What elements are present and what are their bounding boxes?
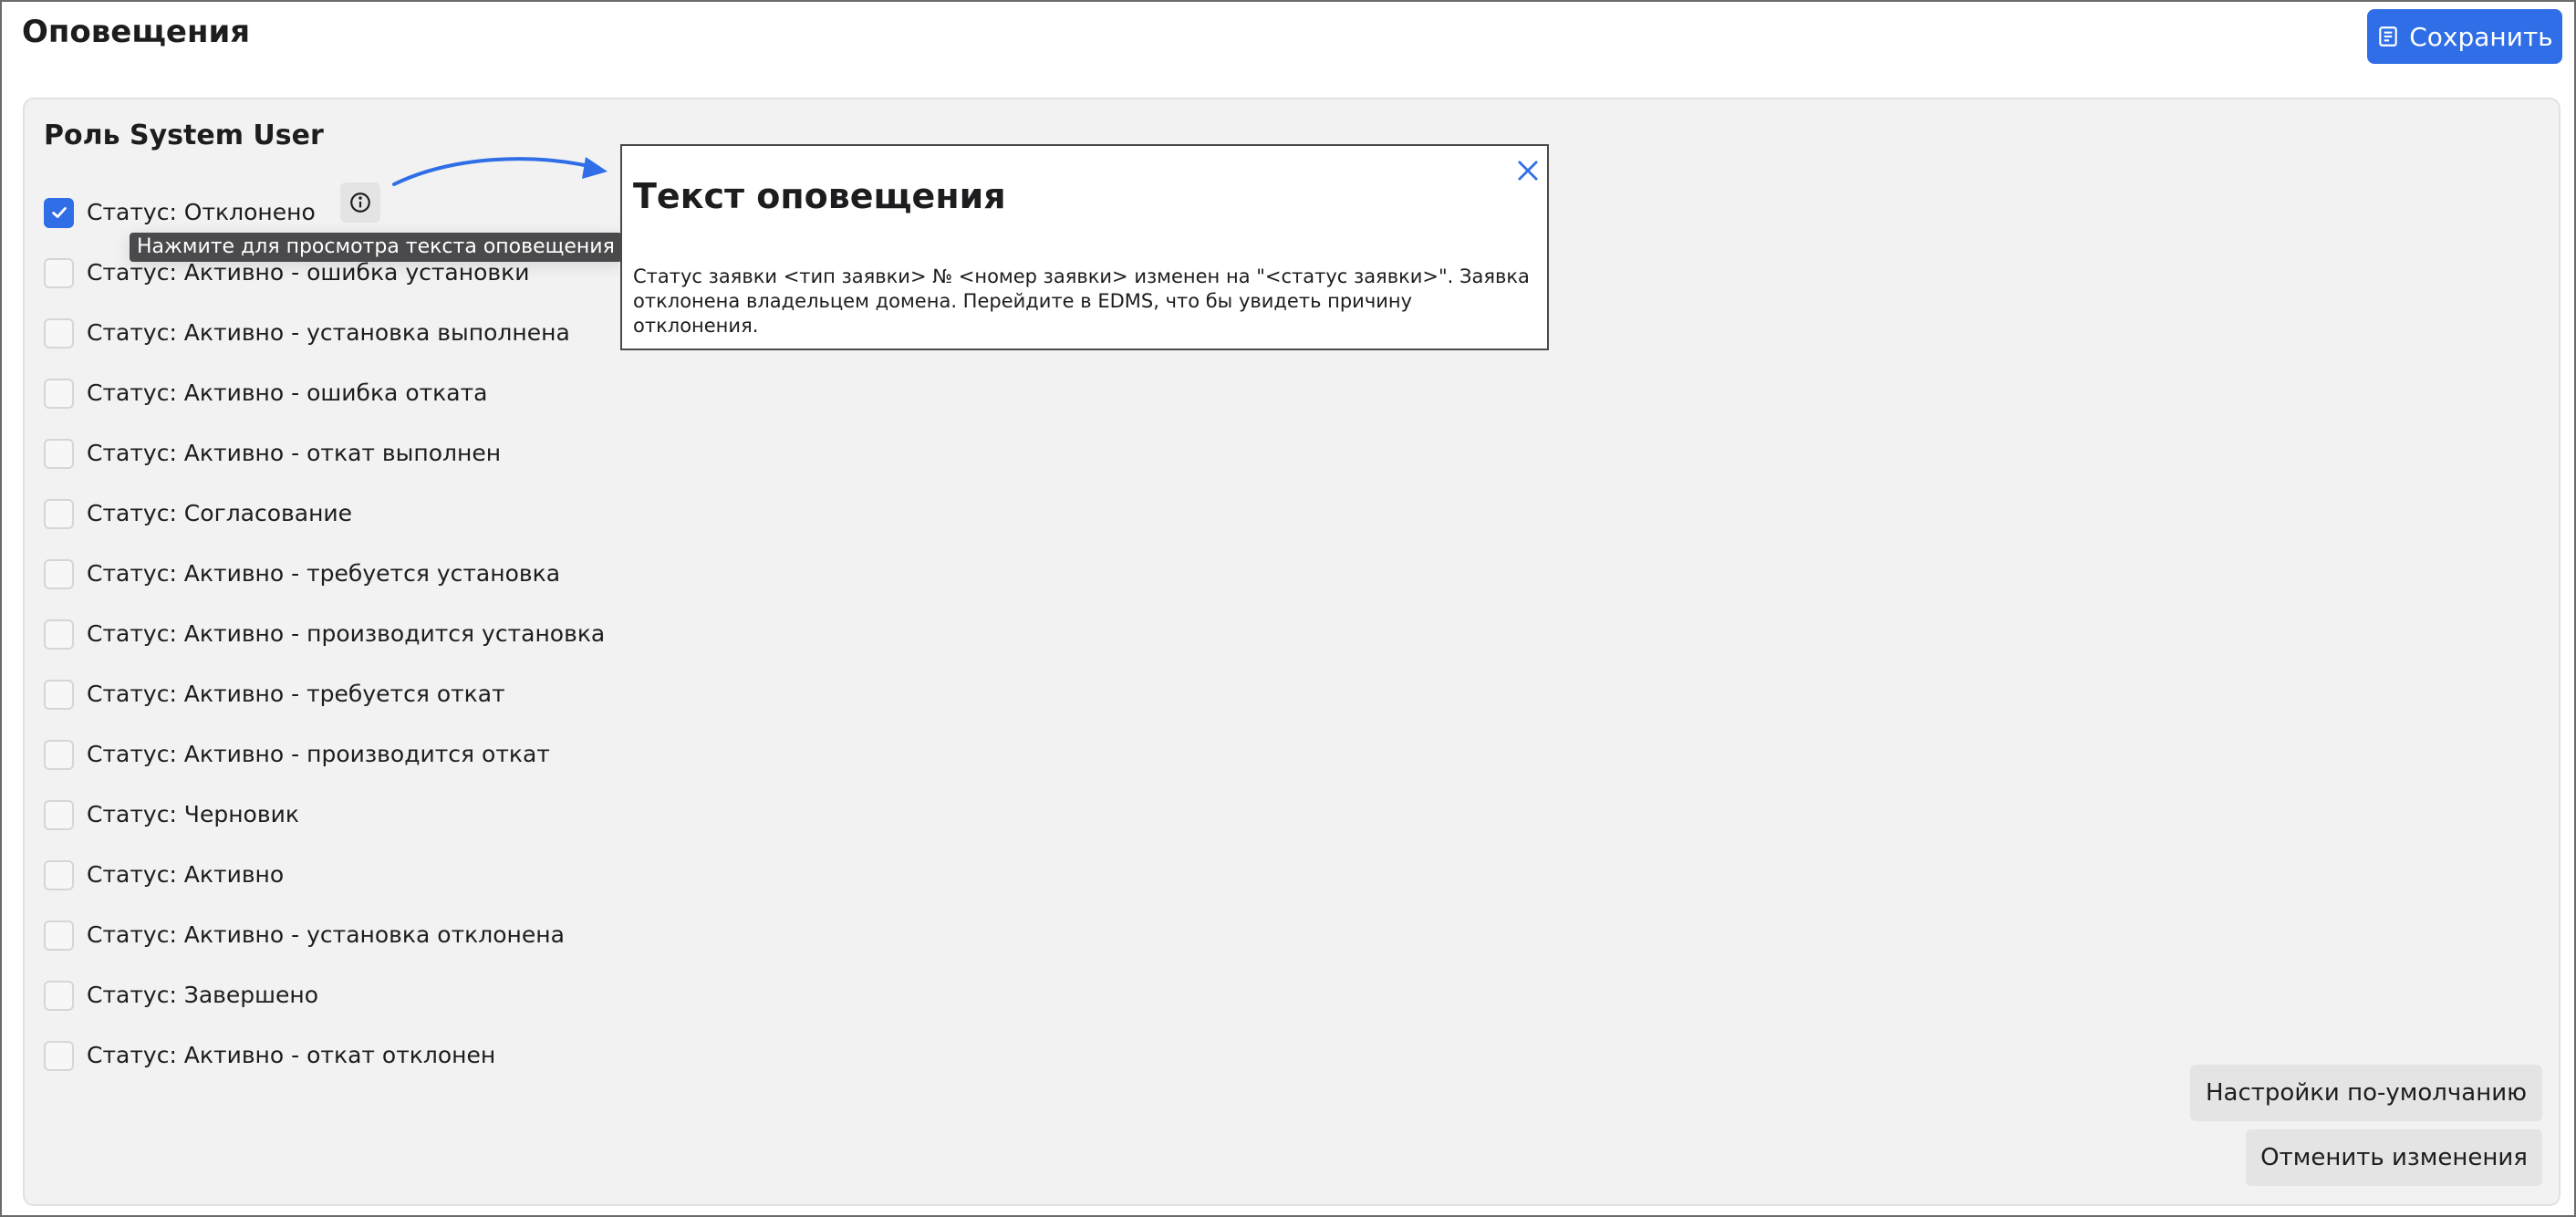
- status-item: Статус: Активно - ошибка отката: [44, 363, 628, 423]
- status-item: Статус: Активно - откат выполнен: [44, 423, 628, 484]
- status-label: Статус: Активно - производится откат: [87, 741, 550, 767]
- status-checkbox[interactable]: [44, 317, 74, 348]
- popup-message: Статус заявки <тип заявки> № <номер заяв…: [633, 265, 1530, 337]
- status-checkbox[interactable]: [44, 438, 74, 469]
- status-item: Статус: Активно: [44, 845, 628, 905]
- status-label: Статус: Активно: [87, 861, 285, 888]
- check-icon: [51, 207, 67, 218]
- status-checkbox[interactable]: [44, 558, 74, 589]
- status-label: Статус: Черновик: [87, 801, 299, 827]
- status-item: Статус: Согласование: [44, 484, 628, 544]
- status-label: Статус: Активно - ошибка установки: [87, 259, 530, 286]
- arrow-annotation: [392, 157, 608, 186]
- status-checkbox[interactable]: [44, 980, 74, 1011]
- status-checkbox[interactable]: [44, 257, 74, 288]
- status-label: Статус: Активно - производится установка: [87, 620, 606, 647]
- status-checkbox[interactable]: [44, 739, 74, 770]
- status-checkbox[interactable]: [44, 679, 74, 710]
- popup-title: Текст оповещения: [633, 176, 1006, 216]
- status-item: Статус: Черновик: [44, 785, 628, 845]
- save-button[interactable]: Сохранить: [2367, 9, 2562, 64]
- status-item: Статус: Активно - откат отклонен: [44, 1025, 628, 1086]
- reset-defaults-button[interactable]: Настройки по-умолчанию: [2190, 1065, 2542, 1121]
- status-label: Статус: Согласование: [87, 500, 353, 526]
- status-checkbox[interactable]: [44, 799, 74, 830]
- status-checkbox[interactable]: [44, 1040, 74, 1071]
- status-checkbox[interactable]: [44, 920, 74, 951]
- status-label: Статус: Активно - установка отклонена: [87, 921, 565, 948]
- status-checkbox[interactable]: [44, 498, 74, 529]
- status-label: Статус: Активно - ошибка отката: [87, 380, 488, 406]
- status-checkbox[interactable]: [44, 378, 74, 409]
- status-label: Статус: Активно - требуется откат: [87, 681, 505, 707]
- status-label: Статус: Отклонено: [87, 199, 316, 225]
- notification-text-popup: Текст оповещения Статус заявки <тип заяв…: [620, 144, 1549, 350]
- status-item: Статус: Завершено: [44, 965, 628, 1025]
- status-label: Статус: Активно - требуется установка: [87, 560, 561, 587]
- info-icon: [350, 192, 370, 213]
- status-label: Статус: Активно - откат выполнен: [87, 440, 502, 466]
- status-item: Статус: Активно - требуется откат: [44, 664, 628, 724]
- status-label: Статус: Активно - установка выполнена: [87, 319, 570, 346]
- role-title: Роль System User: [44, 120, 324, 151]
- status-label: Статус: Завершено: [87, 982, 319, 1008]
- save-icon: [2379, 26, 2397, 47]
- info-tooltip: Нажмите для просмотра текста оповещения: [130, 233, 622, 262]
- status-item: Статус: Активно - установка отклонена: [44, 905, 628, 965]
- status-checkbox[interactable]: [44, 859, 74, 890]
- close-icon[interactable]: [1514, 157, 1542, 184]
- status-item: Статус: Активно - производится установка: [44, 604, 628, 664]
- status-item: Статус: Активно - установка выполнена: [44, 303, 628, 363]
- cancel-changes-button[interactable]: Отменить изменения: [2246, 1129, 2542, 1186]
- status-item: Статус: Активно - производится откат: [44, 724, 628, 785]
- status-checkbox[interactable]: [44, 619, 74, 650]
- status-item: Статус: Активно - требуется установка: [44, 544, 628, 604]
- status-list: Статус: Отклонено Статус: Активно - ошиб…: [44, 182, 628, 1086]
- page-title: Оповещения: [22, 14, 251, 50]
- save-button-label: Сохранить: [2409, 21, 2553, 52]
- info-button[interactable]: [340, 182, 380, 223]
- status-label: Статус: Активно - откат отклонен: [87, 1042, 496, 1068]
- status-checkbox[interactable]: [44, 197, 74, 228]
